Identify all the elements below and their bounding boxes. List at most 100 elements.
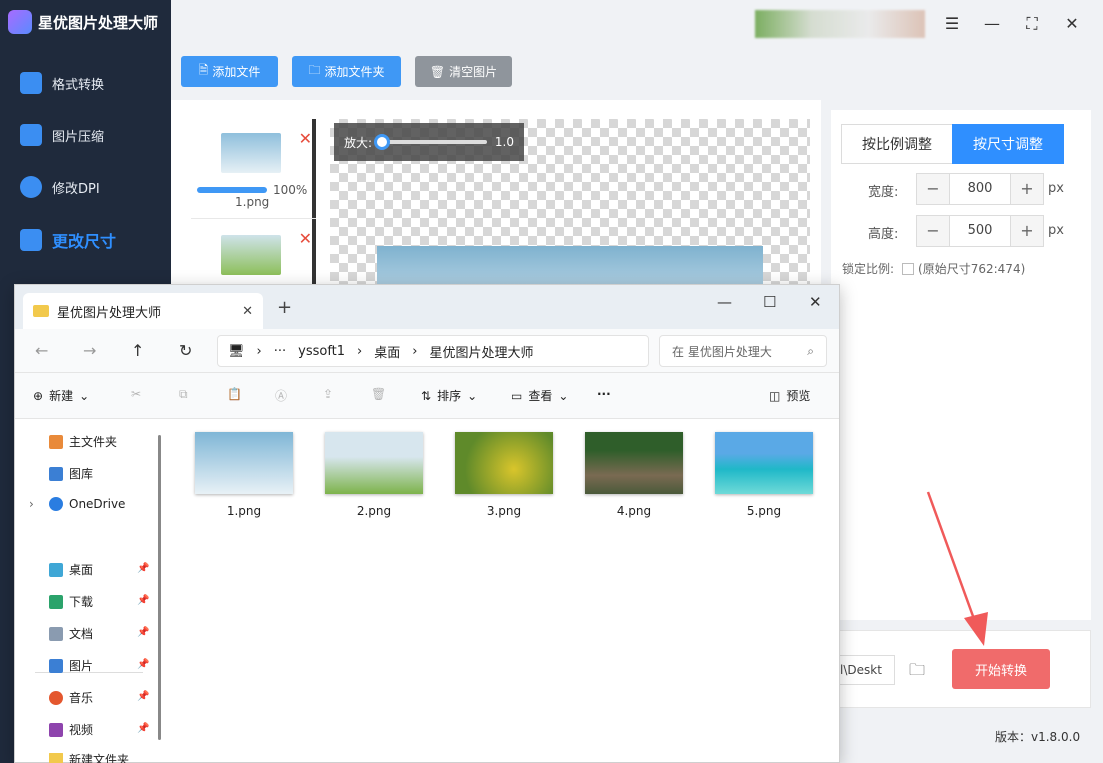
open-folder-icon[interactable]: 🗀	[904, 655, 930, 685]
breadcrumb-item[interactable]: 桌面	[374, 342, 400, 361]
desktop-icon	[49, 562, 63, 577]
pin-icon[interactable]: 📌	[137, 595, 149, 606]
tab-ratio[interactable]: 按比例调整	[841, 124, 953, 164]
zoom-slider-handle[interactable]	[374, 134, 391, 150]
nav-item-videos[interactable]: 视频	[49, 721, 93, 738]
nav-item-desktop[interactable]: 桌面	[49, 561, 93, 578]
version-text: 版本：v1.8.0.0	[995, 730, 1081, 744]
pin-icon[interactable]: 📌	[137, 563, 149, 574]
sidebar-item-resize[interactable]: 更改尺寸	[20, 228, 116, 252]
pin-icon[interactable]: 📌	[137, 627, 149, 638]
user-avatar[interactable]	[755, 10, 925, 38]
close-icon[interactable]: ✕	[809, 293, 822, 311]
pin-icon[interactable]: 📌	[137, 659, 149, 670]
height-input[interactable]: 500	[949, 216, 1011, 246]
up-icon[interactable]: ↑	[131, 341, 144, 360]
breadcrumb-overflow-icon[interactable]: ···	[274, 344, 286, 359]
sidebar-item-compress[interactable]: 图片压缩	[20, 124, 104, 146]
output-path-input[interactable]: l\Deskt	[835, 655, 895, 685]
file-item[interactable]: 1.png	[194, 432, 294, 518]
height-stepper[interactable]: − 500 +	[916, 215, 1044, 247]
remove-icon[interactable]: ✕	[299, 129, 312, 148]
nav-item-pictures[interactable]: 图片	[49, 657, 93, 674]
decrement-icon[interactable]: −	[917, 174, 949, 204]
cut-icon[interactable]: ✂	[131, 387, 141, 401]
decrement-icon[interactable]: −	[917, 216, 949, 246]
file-item[interactable]: 2.png	[324, 432, 424, 518]
forward-icon[interactable]: →	[83, 341, 96, 360]
thumbnail-name: 1.png	[235, 195, 270, 209]
clear-images-label: 清空图片	[449, 65, 498, 79]
nav-item-onedrive[interactable]: OneDrive	[49, 497, 125, 511]
breadcrumb-item[interactable]: 星优图片处理大师	[429, 342, 533, 361]
rename-icon[interactable]: Ⓐ	[275, 387, 287, 404]
sidebar-item-format-convert[interactable]: 格式转换	[20, 72, 104, 94]
breadcrumb[interactable]: 🖥 › ··· yssoft1 › 桌面 › 星优图片处理大师	[217, 335, 649, 367]
clear-images-button[interactable]: 🗑 清空图片	[415, 56, 512, 87]
delete-icon[interactable]: 🗑	[371, 387, 386, 401]
zoom-slider[interactable]	[374, 134, 487, 150]
video-icon	[49, 722, 63, 737]
add-file-button[interactable]: 🗎 添加文件	[181, 56, 278, 87]
new-tab-icon[interactable]: +	[277, 297, 292, 318]
zoom-label: 放大:	[344, 135, 373, 150]
lock-ratio-row: 锁定比例: (原始尺寸762:474)	[842, 260, 1025, 277]
file-thumbnail	[455, 432, 553, 494]
file-name: 5.png	[746, 504, 782, 518]
share-icon[interactable]: ⇪	[323, 387, 333, 401]
more-options-icon[interactable]: ···	[597, 387, 611, 401]
nav-item-new-folder[interactable]: 新建文件夹	[49, 753, 129, 763]
copy-icon[interactable]: ⧉	[179, 387, 188, 402]
pin-icon[interactable]: 📌	[137, 691, 149, 702]
sort-button[interactable]: ⇅ 排序 ⌄	[421, 387, 477, 404]
increment-icon[interactable]: +	[1011, 174, 1043, 204]
sidebar-item-dpi[interactable]: 修改DPI	[20, 176, 100, 198]
width-stepper[interactable]: − 800 +	[916, 173, 1044, 205]
breadcrumb-item[interactable]: yssoft1	[298, 344, 345, 359]
file-item[interactable]: 3.png	[454, 432, 554, 518]
nav-item-gallery[interactable]: 图库	[49, 465, 93, 482]
file-item[interactable]: 4.png	[584, 432, 684, 518]
refresh-icon[interactable]: ↻	[179, 341, 192, 360]
height-label: 高度:	[868, 227, 899, 242]
back-icon[interactable]: ←	[35, 341, 48, 360]
increment-icon[interactable]: +	[1011, 216, 1043, 246]
nav-item-home[interactable]: 主文件夹	[49, 433, 117, 450]
close-tab-icon[interactable]: ✕	[242, 304, 253, 319]
search-input[interactable]: 在 星优图片处理大 ⌕	[659, 335, 827, 367]
paste-icon[interactable]: 📋	[227, 387, 242, 401]
nav-scrollbar[interactable]	[158, 435, 161, 740]
lock-ratio-checkbox[interactable]	[902, 262, 915, 275]
tab-size[interactable]: 按尺寸调整	[952, 124, 1064, 164]
new-button[interactable]: ⊕ 新建 ⌄	[33, 387, 89, 404]
file-icon: 🗎	[198, 63, 209, 77]
nav-label: 图库	[69, 467, 94, 481]
nav-item-music[interactable]: 音乐	[49, 689, 93, 706]
close-icon[interactable]: ✕	[1062, 14, 1082, 34]
file-item[interactable]: 5.png	[714, 432, 814, 518]
sidebar-item-label: 图片压缩	[52, 129, 105, 145]
remove-icon[interactable]: ✕	[299, 229, 312, 248]
settings-icon[interactable]: ☰	[942, 14, 962, 34]
pin-icon[interactable]: 📌	[137, 723, 149, 734]
preview-button[interactable]: ◫ 预览	[769, 387, 810, 404]
app-logo-icon	[8, 10, 32, 34]
add-folder-button[interactable]: 🗀 添加文件夹	[292, 56, 401, 87]
minimize-icon[interactable]: —	[717, 293, 732, 311]
nav-item-downloads[interactable]: 下载	[49, 593, 93, 610]
width-unit: px	[1048, 181, 1064, 196]
thumbnail-item[interactable]: ✕ 100% 1.png	[191, 119, 316, 219]
width-input[interactable]: 800	[949, 174, 1011, 204]
view-button[interactable]: ▭ 查看 ⌄	[511, 387, 568, 404]
maximize-icon[interactable]: ⛶	[1022, 14, 1042, 34]
explorer-tab[interactable]: 星优图片处理大师 ✕	[23, 293, 263, 329]
start-convert-button[interactable]: 开始转换	[952, 649, 1050, 689]
expand-chevron-icon[interactable]: ›	[29, 497, 34, 511]
download-icon	[49, 594, 63, 609]
nav-item-documents[interactable]: 文档	[49, 625, 93, 642]
nav-label: 下载	[69, 595, 94, 609]
file-explorer-window: 星优图片处理大师 ✕ + — ☐ ✕ ← → ↑ ↻ 🖥 › ··· yssof…	[14, 284, 840, 763]
file-thumbnail	[715, 432, 813, 494]
maximize-icon[interactable]: ☐	[763, 293, 776, 311]
minimize-icon[interactable]: —	[982, 14, 1002, 34]
